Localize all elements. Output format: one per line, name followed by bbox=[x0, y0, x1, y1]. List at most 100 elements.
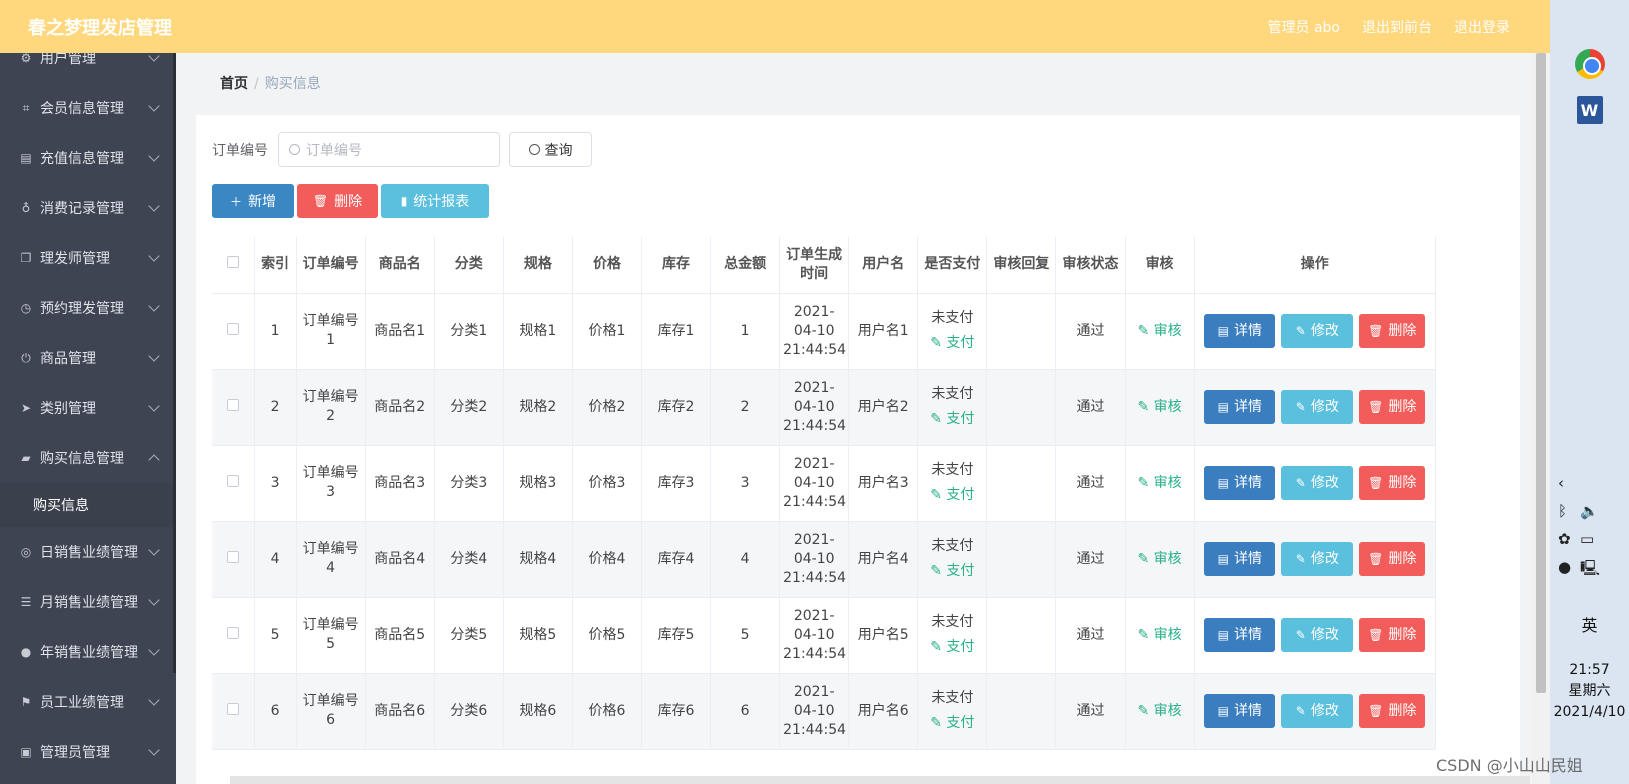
sidebar-item-yearly-sales[interactable]: ● 年销售业绩管理 bbox=[0, 627, 176, 677]
audit-link[interactable]: ✎ 审核 bbox=[1137, 475, 1181, 491]
admin-user-link[interactable]: 管理员 abo bbox=[1268, 17, 1340, 37]
sidebar-item-category[interactable]: ➤ 类别管理 bbox=[0, 383, 176, 433]
cell-time: 2021-04-10 21:44:54 bbox=[779, 369, 850, 446]
sidebar-item-consumption[interactable]: ♁ 消费记录管理 bbox=[0, 183, 176, 233]
input-language[interactable]: 英 bbox=[1550, 612, 1629, 636]
cell-product: 商品名4 bbox=[365, 521, 435, 598]
app-tray-icon[interactable]: ✿ bbox=[1558, 530, 1571, 548]
scrollbar-thumb[interactable] bbox=[1536, 53, 1546, 693]
cell-order: 订单编号1 bbox=[296, 293, 366, 370]
audit-link[interactable]: ✎ 审核 bbox=[1137, 551, 1181, 567]
sidebar-item-user-manage[interactable]: ⚙ 用户管理 bbox=[0, 53, 176, 83]
pay-link[interactable]: ✎ 支付 bbox=[921, 486, 983, 505]
cell-time: 2021-04-10 21:44:54 bbox=[779, 445, 850, 522]
app-title: 春之梦理发店管理 bbox=[28, 17, 172, 39]
chevron-down-icon bbox=[148, 544, 160, 556]
page-vertical-scrollbar[interactable] bbox=[1532, 53, 1550, 784]
row-checkbox[interactable] bbox=[226, 474, 239, 487]
sidebar-item-purchase[interactable]: ▰ 购买信息管理 bbox=[0, 433, 176, 483]
page-horizontal-scrollbar[interactable] bbox=[230, 776, 1530, 784]
sidebar-item-recharge-info[interactable]: ▤ 充值信息管理 bbox=[0, 133, 176, 183]
edit-button[interactable]: ✎ 修改 bbox=[1281, 694, 1354, 728]
cell-spec: 规格4 bbox=[503, 521, 573, 598]
sidebar-item-barber[interactable]: ❐ 理发师管理 bbox=[0, 233, 176, 283]
edit-button[interactable]: ✎ 修改 bbox=[1281, 390, 1354, 424]
delete-button[interactable]: 🗑 删除 bbox=[1359, 466, 1426, 500]
detail-button[interactable]: ▤ 详情 bbox=[1204, 542, 1276, 576]
delete-button[interactable]: 🗑 删除 bbox=[1359, 694, 1426, 728]
batch-delete-button[interactable]: 🗑 删除 bbox=[297, 184, 378, 218]
bar-chart-icon: ▮ bbox=[400, 194, 408, 208]
sidebar-item-appointment[interactable]: ◷ 预约理发管理 bbox=[0, 283, 176, 333]
paid-status: 未支付 bbox=[931, 386, 974, 402]
order-number-search-input[interactable]: 订单编号 bbox=[278, 132, 500, 167]
detail-button[interactable]: ▤ 详情 bbox=[1204, 694, 1276, 728]
cell-user: 用户名3 bbox=[848, 445, 919, 522]
cell-actions: ▤ 详情 ✎ 修改 🗑 删除 bbox=[1194, 369, 1437, 446]
delete-button[interactable]: 🗑 删除 bbox=[1359, 618, 1426, 652]
network-icon[interactable]: 🖳 bbox=[1580, 558, 1600, 583]
pay-link[interactable]: ✎ 支付 bbox=[921, 410, 983, 429]
sidebar-item-member-info[interactable]: ⌗ 会员信息管理 bbox=[0, 83, 176, 133]
sidebar-item-monthly-sales[interactable]: ☰ 月销售业绩管理 bbox=[0, 577, 176, 627]
cell-price: 价格6 bbox=[572, 673, 642, 750]
clock-date: 2021/4/10 bbox=[1553, 704, 1626, 720]
delete-button[interactable]: 🗑 删除 bbox=[1359, 390, 1426, 424]
cell-paid: 未支付 ✎ 支付 bbox=[917, 597, 988, 674]
edit-button[interactable]: ✎ 修改 bbox=[1281, 618, 1354, 652]
stats-report-button[interactable]: ▮ 统计报表 bbox=[381, 184, 489, 218]
qq-icon[interactable]: ● bbox=[1558, 558, 1571, 576]
pay-link[interactable]: ✎ 支付 bbox=[921, 714, 983, 733]
row-checkbox[interactable] bbox=[226, 626, 239, 639]
select-all-checkbox[interactable] bbox=[226, 256, 239, 269]
word-taskbar-icon[interactable]: W bbox=[1550, 82, 1629, 138]
purchase-table: 索引 订单编号 商品名 分类 规格 价格 库存 总金额 订单生成时间 用户名 是… bbox=[212, 237, 1437, 750]
cell-time: 2021-04-10 21:44:54 bbox=[779, 521, 850, 598]
back-to-frontend-link[interactable]: 退出到前台 bbox=[1362, 17, 1432, 37]
edit-button[interactable]: ✎ 修改 bbox=[1281, 314, 1354, 348]
pencil-icon: ✎ bbox=[1295, 399, 1306, 414]
bluetooth-icon[interactable]: ᛒ bbox=[1558, 502, 1567, 520]
app-window: 春之梦理发店管理 管理员 abo 退出到前台 退出登录 ⚙ 用户管理 ⌗ 会员信息管… bbox=[0, 0, 1629, 784]
cell-index: 6 bbox=[254, 673, 297, 750]
cell-actions: ▤ 详情 ✎ 修改 🗑 删除 bbox=[1194, 673, 1437, 750]
row-checkbox[interactable] bbox=[226, 398, 239, 411]
sidebar-item-product[interactable]: ⏻ 商品管理 bbox=[0, 333, 176, 383]
detail-button[interactable]: ▤ 详情 bbox=[1204, 618, 1276, 652]
sidebar-item-admin[interactable]: ▣ 管理员管理 bbox=[0, 727, 176, 777]
volume-icon[interactable]: 🔈 bbox=[1580, 502, 1599, 520]
sidebar-item-staff-performance[interactable]: ⚑ 员工业绩管理 bbox=[0, 677, 176, 727]
audit-link[interactable]: ✎ 审核 bbox=[1137, 323, 1181, 339]
breadcrumb-home[interactable]: 首页 bbox=[220, 76, 248, 92]
pay-link[interactable]: ✎ 支付 bbox=[921, 334, 983, 353]
add-button[interactable]: ＋新增 bbox=[212, 184, 294, 218]
logout-link[interactable]: 退出登录 bbox=[1454, 17, 1510, 37]
row-checkbox[interactable] bbox=[226, 702, 239, 715]
audit-link[interactable]: ✎ 审核 bbox=[1137, 703, 1181, 719]
detail-button[interactable]: ▤ 详情 bbox=[1204, 314, 1276, 348]
pay-link[interactable]: ✎ 支付 bbox=[921, 638, 983, 657]
audit-link[interactable]: ✎ 审核 bbox=[1137, 399, 1181, 415]
cell-spec: 规格2 bbox=[503, 369, 573, 446]
pencil-icon: ✎ bbox=[1295, 551, 1306, 566]
row-checkbox[interactable] bbox=[226, 550, 239, 563]
sidebar-item-daily-sales[interactable]: ◎ 日销售业绩管理 bbox=[0, 527, 176, 577]
pay-link[interactable]: ✎ 支付 bbox=[921, 562, 983, 581]
edit-button[interactable]: ✎ 修改 bbox=[1281, 542, 1354, 576]
delete-button[interactable]: 🗑 删除 bbox=[1359, 542, 1426, 576]
row-checkbox[interactable] bbox=[226, 322, 239, 335]
search-icon bbox=[528, 144, 540, 155]
delete-button[interactable]: 🗑 删除 bbox=[1359, 314, 1426, 348]
query-button[interactable]: 查询 bbox=[509, 132, 592, 167]
detail-button[interactable]: ▤ 详情 bbox=[1204, 466, 1276, 500]
trash-icon: 🗑 bbox=[1368, 551, 1384, 566]
battery-icon[interactable]: ▭ bbox=[1580, 530, 1594, 548]
taskbar-clock[interactable]: 21:57 星期六 2021/4/10 bbox=[1550, 660, 1629, 723]
chevron-left-icon[interactable]: ‹ bbox=[1558, 474, 1564, 492]
submenu-purchase-info[interactable]: 购买信息 bbox=[0, 483, 176, 527]
detail-button[interactable]: ▤ 详情 bbox=[1204, 390, 1276, 424]
column-header: 审核回复 bbox=[986, 237, 1057, 294]
audit-link[interactable]: ✎ 审核 bbox=[1137, 627, 1181, 643]
document-icon: ▤ bbox=[1217, 323, 1229, 338]
edit-button[interactable]: ✎ 修改 bbox=[1281, 466, 1354, 500]
